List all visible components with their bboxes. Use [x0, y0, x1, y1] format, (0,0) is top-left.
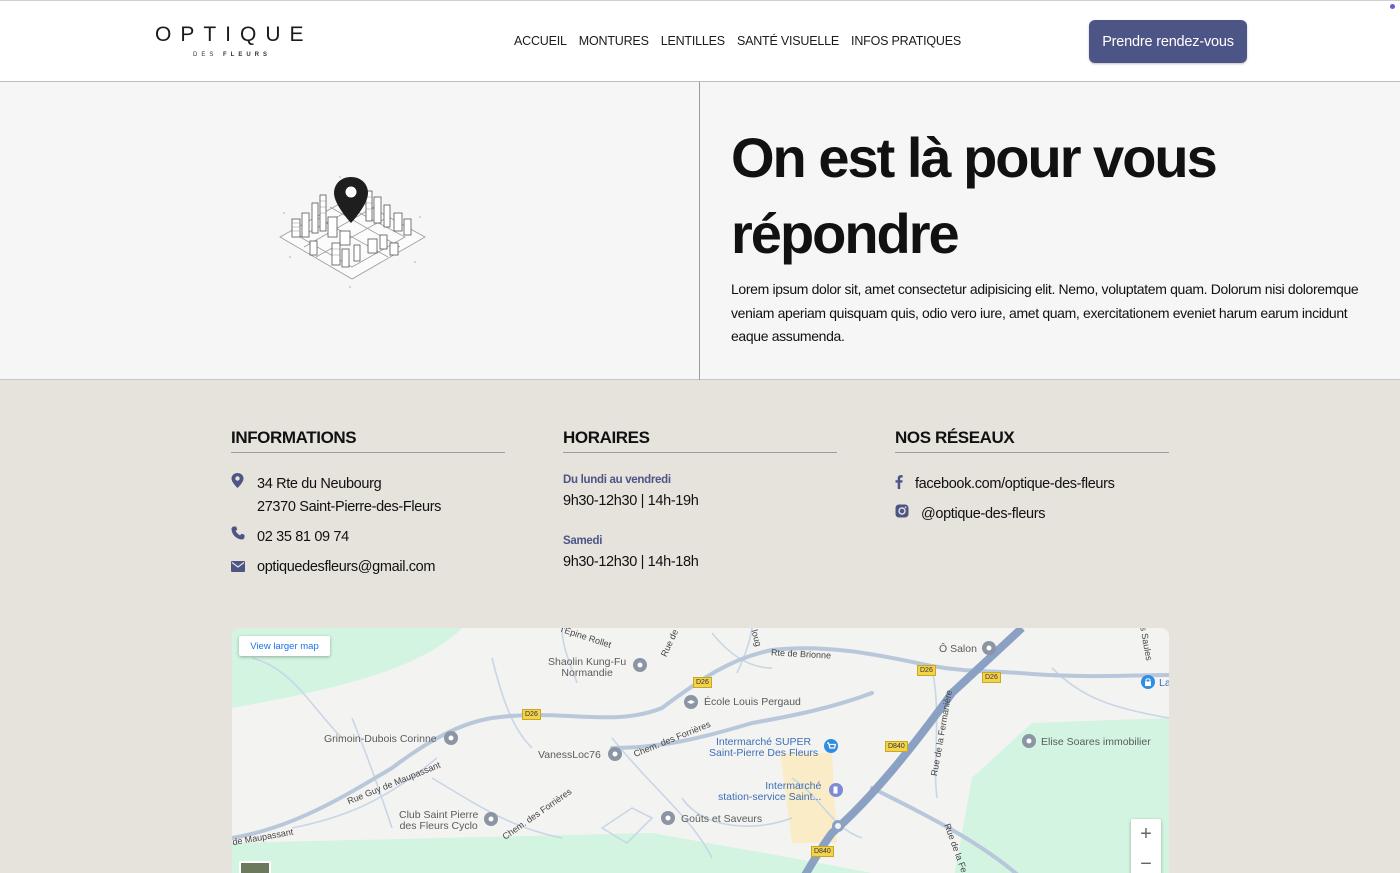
weekday-label: Du lundi au vendredi	[563, 474, 671, 486]
social-title: NOS RÉSEAUX	[895, 428, 1169, 453]
facebook-link[interactable]: facebook.com/optique-des-fleurs	[895, 473, 1115, 496]
route-shield-d26: D26	[982, 672, 1001, 683]
nav-infos-pratiques[interactable]: INFOS PRATIQUES	[851, 34, 961, 48]
saturday-hours: 9h30-12h30 | 14h-18h	[563, 554, 699, 570]
facebook-url[interactable]: facebook.com/optique-des-fleurs	[915, 473, 1115, 496]
main-nav: ACCUEIL MONTURES LENTILLES SANTÉ VISUELL…	[514, 34, 961, 48]
phone-number[interactable]: 02 35 81 09 74	[257, 526, 349, 549]
nav-montures[interactable]: MONTURES	[579, 34, 649, 48]
instagram-icon	[895, 503, 911, 523]
route-shield-d26: D26	[693, 677, 712, 688]
phone-row[interactable]: 02 35 81 09 74	[231, 526, 349, 549]
instagram-handle[interactable]: @optique-des-fleurs	[921, 503, 1045, 526]
poi-club-cyclo[interactable]: Club Saint Pierre des Fleurs Cyclo	[399, 810, 478, 832]
location-pin-icon	[231, 473, 247, 493]
poi-marker-icon[interactable]	[632, 657, 648, 673]
lock-icon[interactable]	[1140, 674, 1156, 690]
route-shield-d26: D26	[522, 709, 541, 720]
nav-accueil[interactable]: ACCUEIL	[514, 34, 567, 48]
poi-marker-icon[interactable]	[443, 730, 459, 746]
informations-title: INFORMATIONS	[231, 428, 505, 453]
nav-sante-visuelle[interactable]: SANTÉ VISUELLE	[737, 34, 839, 48]
poi-la[interactable]: La	[1159, 678, 1169, 689]
saturday-label: Samedi	[563, 535, 603, 547]
social-column: NOS RÉSEAUX	[895, 428, 1169, 453]
horaires-title: HORAIRES	[563, 428, 837, 453]
hero-description: Lorem ipsum dolor sit, amet consectetur …	[731, 281, 1359, 344]
appointment-button[interactable]: Prendre rendez-vous	[1089, 20, 1247, 63]
poi-vanessloc[interactable]: VanessLoc76	[538, 750, 601, 761]
instagram-link[interactable]: @optique-des-fleurs	[895, 503, 1045, 526]
address-row: 34 Rte du Neubourg 27370 Saint-Pierre-de…	[231, 473, 441, 519]
mail-icon	[231, 556, 247, 577]
map-tiles[interactable]	[232, 628, 1169, 873]
hero-title: On est là pour vous répondre	[731, 126, 1218, 265]
logo[interactable]: OPTIQUE DES FLEURS	[155, 23, 310, 63]
informations-column: INFORMATIONS	[231, 428, 505, 453]
site-header: OPTIQUE DES FLEURS ACCUEIL MONTURES LENT…	[0, 0, 1400, 82]
route-shield-d840: D840	[885, 741, 908, 752]
zoom-control: + −	[1131, 819, 1161, 873]
logo-wordmark: OPTIQUE	[155, 23, 313, 46]
zoom-out-button[interactable]: −	[1131, 849, 1161, 873]
poi-intermarche-station-line2: station-service Saint...	[718, 791, 822, 803]
poi-gouts-saveurs[interactable]: Goûts et Saveurs	[681, 814, 762, 825]
poi-shaolin[interactable]: Shaolin Kung-Fu Normandie	[548, 657, 626, 679]
horaires-column: HORAIRES	[563, 428, 837, 453]
poi-elise-soares[interactable]: Elise Soares immobilier	[1041, 737, 1151, 748]
fuel-station-icon[interactable]	[828, 782, 844, 798]
email-row[interactable]: optiquedesfleurs@gmail.com	[231, 556, 435, 579]
logo-tagline-b: FLEURS	[223, 52, 272, 58]
shopping-cart-icon[interactable]	[823, 738, 839, 754]
route-shield-d840: D840	[811, 846, 834, 857]
nav-lentilles[interactable]: LENTILLES	[661, 34, 725, 48]
weekday-hours: 9h30-12h30 | 14h-19h	[563, 493, 699, 509]
poi-marker-icon[interactable]	[1021, 733, 1037, 749]
satellite-toggle[interactable]	[239, 861, 271, 873]
school-icon[interactable]	[683, 694, 699, 710]
hero-section: On est là pour vous répondre Lorem ipsum…	[0, 82, 1400, 380]
city-map-pin-illustration	[279, 176, 426, 288]
poi-marker-icon[interactable]	[483, 811, 499, 827]
phone-icon	[231, 526, 247, 545]
hero-divider	[699, 82, 700, 380]
route-shield-d26: D26	[917, 665, 936, 676]
address-line-1: 34 Rte du Neubourg	[257, 476, 382, 492]
poi-marker-icon[interactable]	[660, 810, 676, 826]
logo-tagline-a: DES	[193, 52, 218, 58]
indicator-dot	[1390, 4, 1395, 9]
poi-marker-icon[interactable]	[607, 746, 623, 762]
logo-tagline: DES FLEURS	[193, 52, 271, 58]
map-embed[interactable]: View larger map Rte de Brionne Rue Guy d…	[232, 628, 1169, 873]
facebook-icon	[895, 473, 905, 494]
address-line-2: 27370 Saint-Pierre-des-Fleurs	[257, 499, 442, 515]
email-address[interactable]: optiquedesfleurs@gmail.com	[257, 556, 435, 579]
poi-intermarche-station[interactable]: Intermarché station-service Saint...	[718, 781, 821, 803]
address-text: 34 Rte du Neubourg 27370 Saint-Pierre-de…	[257, 473, 441, 519]
poi-intermarche-super-line2: Saint-Pierre Des Fleurs	[709, 747, 819, 759]
poi-osalon[interactable]: Ô Salon	[939, 644, 977, 655]
poi-club-cyclo-line2: des Fleurs Cyclo	[399, 820, 478, 832]
poi-marker-icon[interactable]	[981, 640, 997, 656]
view-larger-map-link[interactable]: View larger map	[239, 636, 330, 656]
zoom-in-button[interactable]: +	[1131, 819, 1161, 849]
poi-ecole[interactable]: École Louis Pergaud	[704, 697, 801, 708]
poi-grimoin[interactable]: Grimoin-Dubois Corinne	[324, 734, 437, 745]
poi-shaolin-line2: Normandie	[561, 667, 613, 679]
poi-intermarche-super[interactable]: Intermarché SUPER Saint-Pierre Des Fleurs	[709, 737, 818, 759]
